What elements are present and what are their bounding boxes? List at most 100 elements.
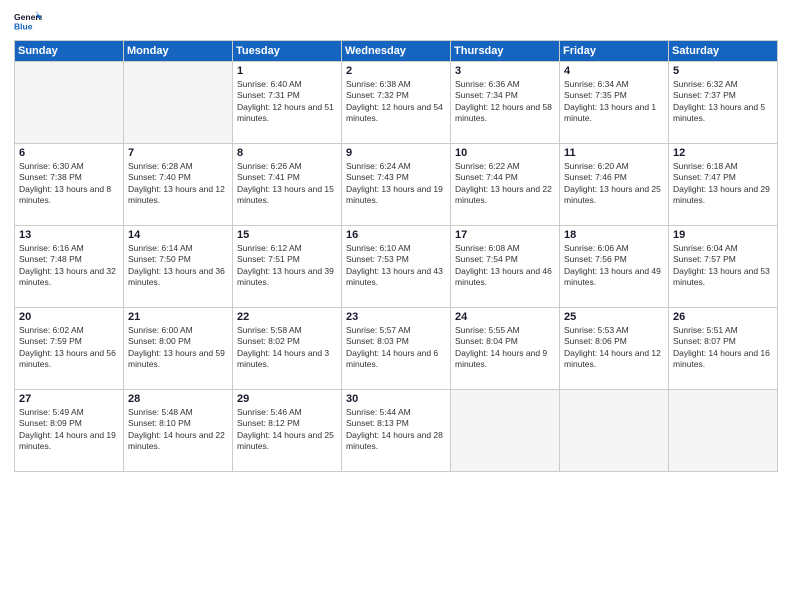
logo: General Blue bbox=[14, 10, 42, 32]
header-monday: Monday bbox=[124, 41, 233, 62]
calendar: Sunday Monday Tuesday Wednesday Thursday… bbox=[14, 40, 778, 472]
day-number: 5 bbox=[673, 65, 773, 77]
day-cell: 22 Sunrise: 5:58 AM Sunset: 8:02 PM Dayli… bbox=[233, 308, 342, 390]
day-cell: 3 Sunrise: 6:36 AM Sunset: 7:34 PM Daylig… bbox=[451, 62, 560, 144]
day-info: Sunrise: 5:57 AM Sunset: 8:03 PM Dayligh… bbox=[346, 325, 446, 371]
logo-icon: General Blue bbox=[14, 10, 42, 32]
day-info: Sunrise: 6:12 AM Sunset: 7:51 PM Dayligh… bbox=[237, 243, 337, 289]
day-info: Sunrise: 6:28 AM Sunset: 7:40 PM Dayligh… bbox=[128, 161, 228, 207]
day-cell: 13 Sunrise: 6:16 AM Sunset: 7:48 PM Dayli… bbox=[15, 226, 124, 308]
day-info: Sunrise: 6:02 AM Sunset: 7:59 PM Dayligh… bbox=[19, 325, 119, 371]
day-cell: 2 Sunrise: 6:38 AM Sunset: 7:32 PM Daylig… bbox=[342, 62, 451, 144]
day-cell: 19 Sunrise: 6:04 AM Sunset: 7:57 PM Dayli… bbox=[669, 226, 778, 308]
day-info: Sunrise: 6:10 AM Sunset: 7:53 PM Dayligh… bbox=[346, 243, 446, 289]
day-cell: 18 Sunrise: 6:06 AM Sunset: 7:56 PM Dayli… bbox=[560, 226, 669, 308]
day-number: 22 bbox=[237, 311, 337, 323]
day-number: 12 bbox=[673, 147, 773, 159]
day-info: Sunrise: 6:06 AM Sunset: 7:56 PM Dayligh… bbox=[564, 243, 664, 289]
day-cell: 25 Sunrise: 5:53 AM Sunset: 8:06 PM Dayli… bbox=[560, 308, 669, 390]
day-cell: 10 Sunrise: 6:22 AM Sunset: 7:44 PM Dayli… bbox=[451, 144, 560, 226]
day-cell: 27 Sunrise: 5:49 AM Sunset: 8:09 PM Dayli… bbox=[15, 390, 124, 472]
day-number: 13 bbox=[19, 229, 119, 241]
day-number: 30 bbox=[346, 393, 446, 405]
day-cell: 17 Sunrise: 6:08 AM Sunset: 7:54 PM Dayli… bbox=[451, 226, 560, 308]
day-number: 4 bbox=[564, 65, 664, 77]
day-number: 29 bbox=[237, 393, 337, 405]
svg-text:Blue: Blue bbox=[14, 22, 33, 32]
day-number: 10 bbox=[455, 147, 555, 159]
day-info: Sunrise: 6:24 AM Sunset: 7:43 PM Dayligh… bbox=[346, 161, 446, 207]
day-info: Sunrise: 6:20 AM Sunset: 7:46 PM Dayligh… bbox=[564, 161, 664, 207]
week-row-3: 13 Sunrise: 6:16 AM Sunset: 7:48 PM Dayli… bbox=[15, 226, 778, 308]
day-info: Sunrise: 6:22 AM Sunset: 7:44 PM Dayligh… bbox=[455, 161, 555, 207]
day-cell bbox=[15, 62, 124, 144]
day-number: 20 bbox=[19, 311, 119, 323]
day-cell: 23 Sunrise: 5:57 AM Sunset: 8:03 PM Dayli… bbox=[342, 308, 451, 390]
day-number: 19 bbox=[673, 229, 773, 241]
day-cell: 1 Sunrise: 6:40 AM Sunset: 7:31 PM Daylig… bbox=[233, 62, 342, 144]
day-number: 3 bbox=[455, 65, 555, 77]
day-cell: 11Sunrise: 6:20 AM Sunset: 7:46 PM Dayli… bbox=[560, 144, 669, 226]
day-number: 27 bbox=[19, 393, 119, 405]
week-row-4: 20 Sunrise: 6:02 AM Sunset: 7:59 PM Dayli… bbox=[15, 308, 778, 390]
day-cell: 20 Sunrise: 6:02 AM Sunset: 7:59 PM Dayli… bbox=[15, 308, 124, 390]
day-number: 6 bbox=[19, 147, 119, 159]
day-info: Sunrise: 5:55 AM Sunset: 8:04 PM Dayligh… bbox=[455, 325, 555, 371]
day-cell: 14 Sunrise: 6:14 AM Sunset: 7:50 PM Dayli… bbox=[124, 226, 233, 308]
day-cell bbox=[560, 390, 669, 472]
day-info: Sunrise: 6:00 AM Sunset: 8:00 PM Dayligh… bbox=[128, 325, 228, 371]
day-info: Sunrise: 6:26 AM Sunset: 7:41 PM Dayligh… bbox=[237, 161, 337, 207]
header: General Blue bbox=[14, 10, 778, 32]
day-number: 9 bbox=[346, 147, 446, 159]
day-info: Sunrise: 6:40 AM Sunset: 7:31 PM Dayligh… bbox=[237, 79, 337, 125]
day-cell: 15Sunrise: 6:12 AM Sunset: 7:51 PM Dayli… bbox=[233, 226, 342, 308]
day-number: 23 bbox=[346, 311, 446, 323]
day-info: Sunrise: 6:08 AM Sunset: 7:54 PM Dayligh… bbox=[455, 243, 555, 289]
day-info: Sunrise: 5:58 AM Sunset: 8:02 PM Dayligh… bbox=[237, 325, 337, 371]
day-info: Sunrise: 6:14 AM Sunset: 7:50 PM Dayligh… bbox=[128, 243, 228, 289]
day-info: Sunrise: 5:48 AM Sunset: 8:10 PM Dayligh… bbox=[128, 407, 228, 453]
day-cell: 8 Sunrise: 6:26 AM Sunset: 7:41 PM Daylig… bbox=[233, 144, 342, 226]
day-cell: 6 Sunrise: 6:30 AM Sunset: 7:38 PM Daylig… bbox=[15, 144, 124, 226]
day-cell bbox=[124, 62, 233, 144]
day-cell: 26Sunrise: 5:51 AM Sunset: 8:07 PM Dayli… bbox=[669, 308, 778, 390]
day-info: Sunrise: 6:38 AM Sunset: 7:32 PM Dayligh… bbox=[346, 79, 446, 125]
day-info: Sunrise: 6:36 AM Sunset: 7:34 PM Dayligh… bbox=[455, 79, 555, 125]
day-info: Sunrise: 5:49 AM Sunset: 8:09 PM Dayligh… bbox=[19, 407, 119, 453]
week-row-5: 27 Sunrise: 5:49 AM Sunset: 8:09 PM Dayli… bbox=[15, 390, 778, 472]
day-info: Sunrise: 6:30 AM Sunset: 7:38 PM Dayligh… bbox=[19, 161, 119, 207]
header-tuesday: Tuesday bbox=[233, 41, 342, 62]
day-info: Sunrise: 6:34 AM Sunset: 7:35 PM Dayligh… bbox=[564, 79, 664, 125]
header-saturday: Saturday bbox=[669, 41, 778, 62]
day-cell: 30 Sunrise: 5:44 AM Sunset: 8:13 PM Dayli… bbox=[342, 390, 451, 472]
header-friday: Friday bbox=[560, 41, 669, 62]
week-row-2: 6 Sunrise: 6:30 AM Sunset: 7:38 PM Daylig… bbox=[15, 144, 778, 226]
day-info: Sunrise: 5:53 AM Sunset: 8:06 PM Dayligh… bbox=[564, 325, 664, 371]
day-number: 26 bbox=[673, 311, 773, 323]
week-row-1: 1 Sunrise: 6:40 AM Sunset: 7:31 PM Daylig… bbox=[15, 62, 778, 144]
day-info: Sunrise: 5:46 AM Sunset: 8:12 PM Dayligh… bbox=[237, 407, 337, 453]
day-number: 2 bbox=[346, 65, 446, 77]
day-number: 16 bbox=[346, 229, 446, 241]
day-cell: 29 Sunrise: 5:46 AM Sunset: 8:12 PM Dayli… bbox=[233, 390, 342, 472]
day-number: 1 bbox=[237, 65, 337, 77]
day-cell: 24Sunrise: 5:55 AM Sunset: 8:04 PM Dayli… bbox=[451, 308, 560, 390]
day-info: Sunrise: 5:44 AM Sunset: 8:13 PM Dayligh… bbox=[346, 407, 446, 453]
day-number: 14 bbox=[128, 229, 228, 241]
day-cell bbox=[669, 390, 778, 472]
day-cell: 12 Sunrise: 6:18 AM Sunset: 7:47 PM Dayli… bbox=[669, 144, 778, 226]
day-number: 7 bbox=[128, 147, 228, 159]
day-info: Sunrise: 6:04 AM Sunset: 7:57 PM Dayligh… bbox=[673, 243, 773, 289]
header-sunday: Sunday bbox=[15, 41, 124, 62]
day-number: 25 bbox=[564, 311, 664, 323]
day-info: Sunrise: 6:16 AM Sunset: 7:48 PM Dayligh… bbox=[19, 243, 119, 289]
day-number: 18 bbox=[564, 229, 664, 241]
page: General Blue Sunday Monday Tuesday Wedne… bbox=[0, 0, 792, 612]
weekday-header-row: Sunday Monday Tuesday Wednesday Thursday… bbox=[15, 41, 778, 62]
day-cell: 9 Sunrise: 6:24 AM Sunset: 7:43 PM Daylig… bbox=[342, 144, 451, 226]
day-info: Sunrise: 6:18 AM Sunset: 7:47 PM Dayligh… bbox=[673, 161, 773, 207]
header-thursday: Thursday bbox=[451, 41, 560, 62]
day-number: 8 bbox=[237, 147, 337, 159]
day-number: 17 bbox=[455, 229, 555, 241]
day-number: 21 bbox=[128, 311, 228, 323]
